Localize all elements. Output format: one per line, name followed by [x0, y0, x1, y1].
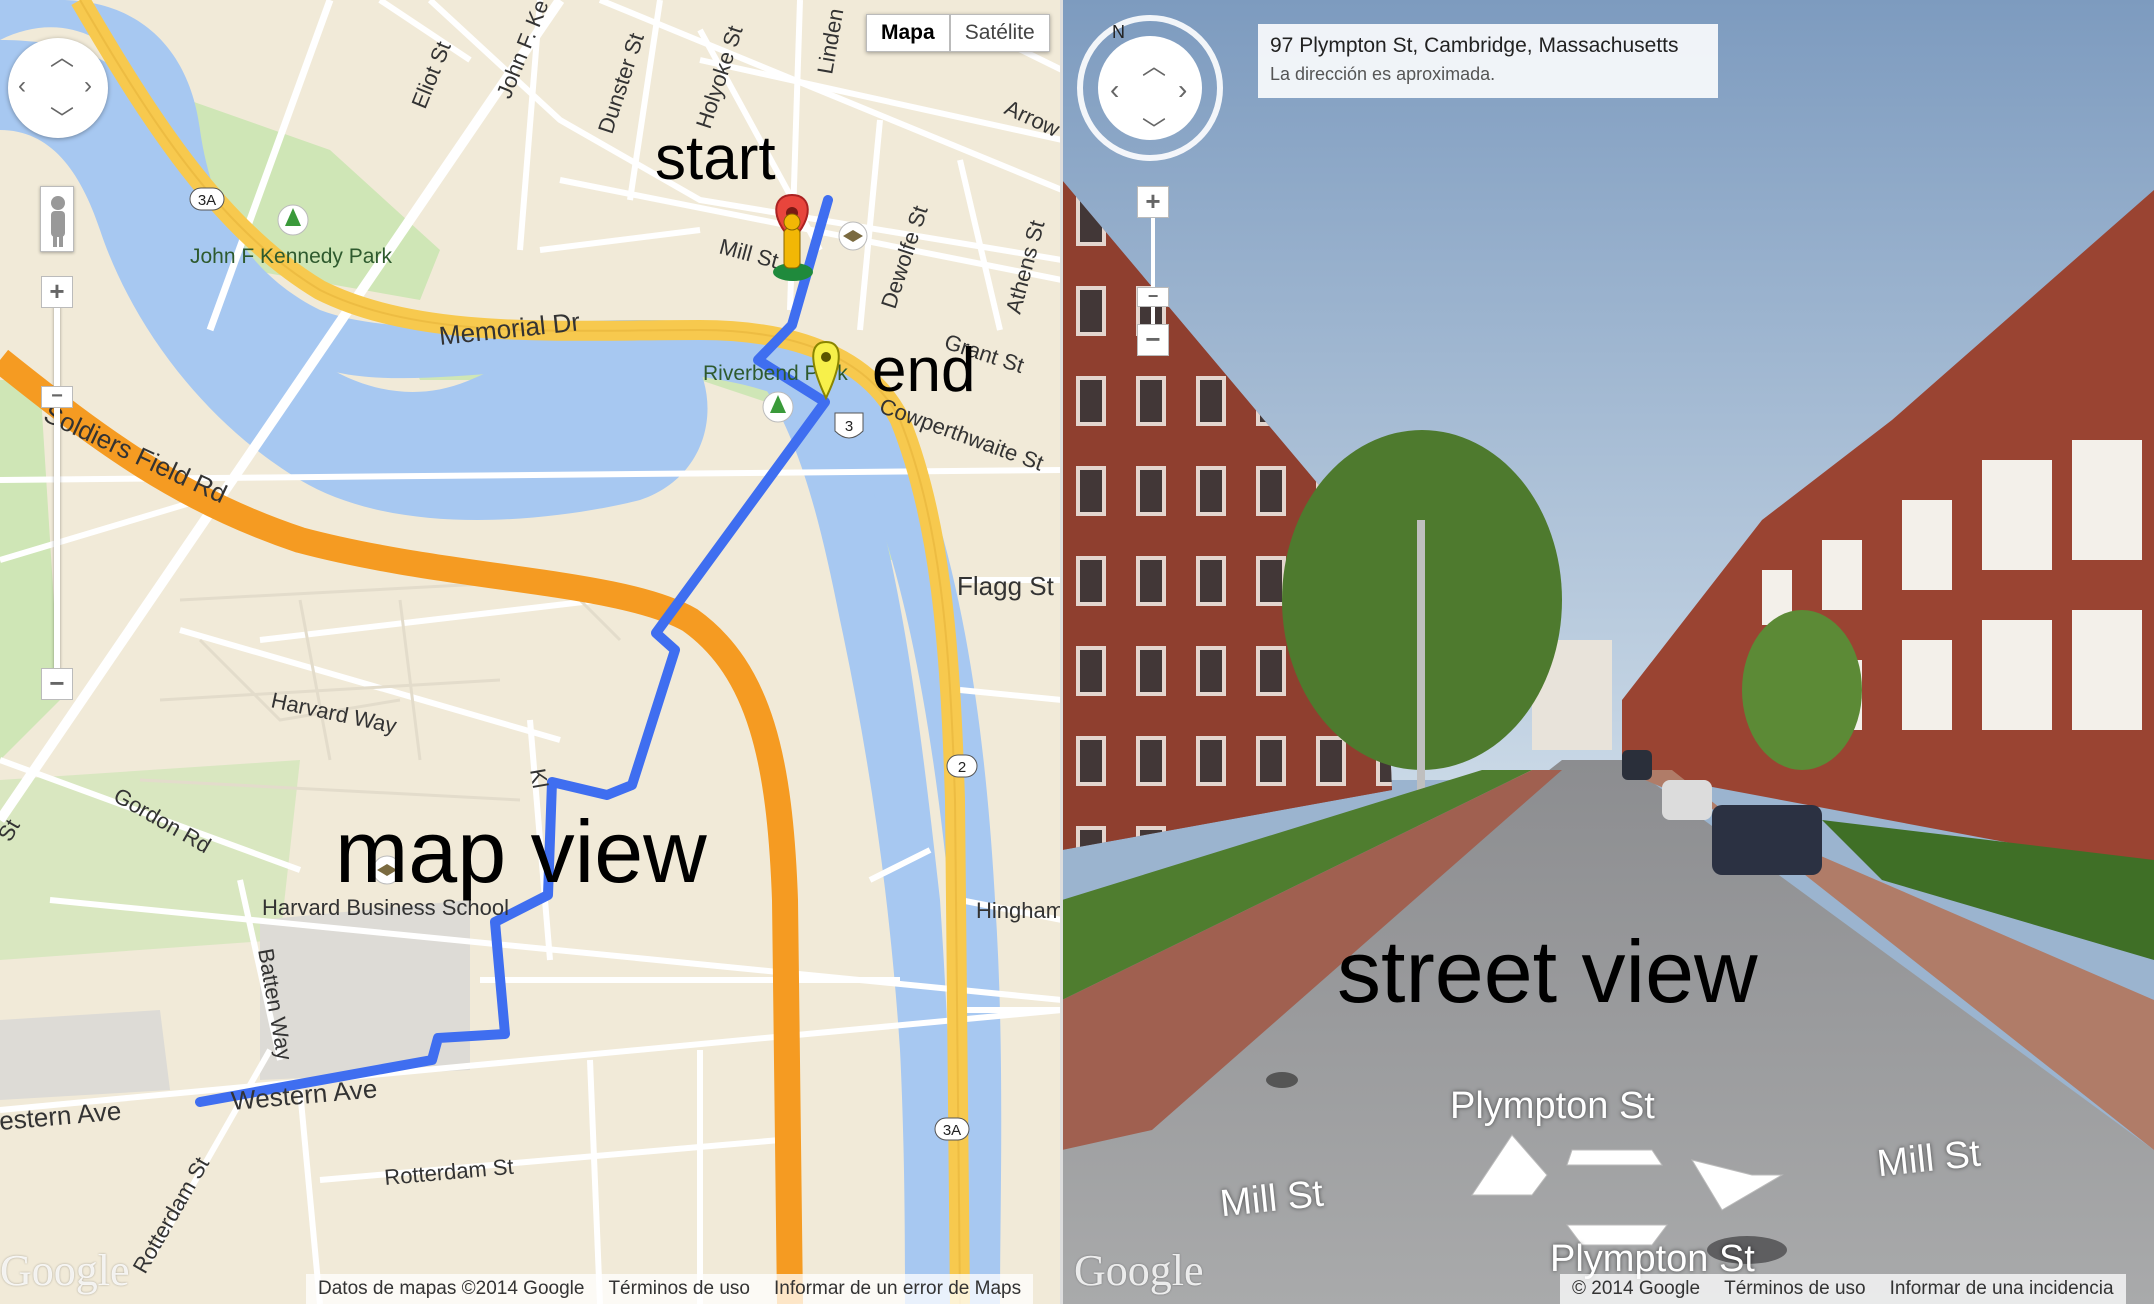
park-left: [0, 380, 60, 760]
sv-compass-n: N: [1112, 22, 1125, 42]
route-shield-3a-top: 3A: [189, 187, 225, 211]
sv-arrow-up-icon[interactable]: [1566, 1149, 1663, 1166]
svg-text:3: 3: [845, 418, 853, 435]
tree-right: [1742, 610, 1862, 770]
map-zoom-in-button[interactable]: +: [41, 276, 73, 308]
label-western-ave-left: estern Ave: [0, 1095, 122, 1136]
sv-address-line: 97 Plympton St, Cambridge, Massachusetts: [1270, 34, 1679, 57]
sv-footer: © 2014 Google Términos de uso Informar d…: [1560, 1274, 2126, 1304]
label-mill-st: Mill St: [717, 234, 781, 274]
manhole: [1266, 1072, 1298, 1088]
sv-pan-up-icon[interactable]: ︿: [1142, 46, 1166, 81]
parked-car: [1662, 780, 1712, 820]
map-footer: Datos de mapas ©2014 Google Términos de …: [306, 1274, 1034, 1304]
sv-address-note: La dirección es aproximada.: [1270, 64, 1496, 84]
label-linden: Linden: [812, 6, 848, 75]
parked-car: [1622, 750, 1652, 780]
svg-text:3A: 3A: [198, 192, 216, 209]
svg-text:3A: 3A: [943, 1122, 961, 1139]
park-harvard: [0, 760, 300, 960]
sv-pan-down-icon[interactable]: ﹀: [1142, 110, 1166, 145]
sv-zoom-out-button[interactable]: −: [1137, 324, 1169, 356]
sv-label-plympton-top: Plympton St: [1450, 1085, 1655, 1127]
pan-up-icon[interactable]: ︿: [50, 46, 74, 70]
pan-right-icon[interactable]: ›: [84, 74, 92, 98]
panel-divider: [1060, 0, 1063, 1304]
route-shield-3: 3: [834, 412, 864, 439]
annotation-start: start: [655, 124, 776, 193]
label-harvard-way: Harvard Way: [269, 687, 399, 738]
annotation-map-view: map view: [335, 802, 707, 901]
parked-car: [1712, 805, 1822, 875]
label-arrow-st: Arrow St: [1001, 95, 1062, 153]
pan-left-icon[interactable]: ‹: [18, 74, 26, 98]
annotation-end: end: [872, 336, 976, 405]
label-dewolfe-st: Dewolfe St: [876, 203, 933, 312]
map-type-control[interactable]: Mapa Satélite: [866, 14, 1050, 52]
parking-area-2: [0, 1010, 170, 1100]
label-rotterdam-st-diag: Rotterdam St: [128, 1153, 214, 1278]
sv-terms-link[interactable]: Términos de uso: [1712, 1278, 1878, 1300]
map-panel[interactable]: Eliot St John F. Ke Dunster St Holyoke S…: [0, 0, 1062, 1304]
label-flagg-st: Flagg St: [957, 571, 1055, 601]
label-hingham: Hingham: [976, 898, 1062, 923]
sv-zoom-handle[interactable]: −: [1137, 287, 1169, 307]
map-type-button-satellite[interactable]: Satélite: [949, 14, 1050, 52]
label-jfk-park: John F Kennedy Park: [190, 245, 392, 268]
label-rotterdam-st: Rotterdam St: [383, 1154, 514, 1190]
google-logo-street-view: Google: [1074, 1246, 1204, 1295]
map-type-button-map[interactable]: Mapa: [866, 14, 950, 52]
google-logo-map: Google: [0, 1246, 130, 1295]
sv-address-card: 97 Plympton St, Cambridge, Massachusetts…: [1258, 24, 1718, 98]
park-tree-icon: [277, 204, 309, 236]
map-report-error-link[interactable]: Informar de un error de Maps: [762, 1278, 1033, 1300]
sv-report-link[interactable]: Informar de una incidencia: [1878, 1278, 2126, 1300]
sv-pan-left-icon[interactable]: ‹: [1110, 74, 1119, 106]
sv-zoom-in-button[interactable]: +: [1137, 186, 1169, 218]
label-soldiers-field-rd: Soldiers Field Rd: [39, 398, 231, 509]
park-tree-icon: [762, 391, 794, 423]
sv-pan-right-icon[interactable]: ›: [1178, 74, 1187, 106]
svg-text:2: 2: [958, 759, 966, 776]
start-marker[interactable]: [773, 193, 813, 281]
school-icon: [838, 221, 868, 251]
label-eliot-st: Eliot St: [406, 38, 455, 112]
map-zoom-handle[interactable]: −: [41, 386, 73, 408]
map-zoom-out-button[interactable]: −: [41, 668, 73, 700]
map-data-attribution: Datos de mapas ©2014 Google: [318, 1278, 585, 1299]
route-shield-2: 2: [946, 754, 978, 778]
pan-down-icon[interactable]: ﹀: [50, 108, 74, 132]
map-pan-control[interactable]: ︿ ﹀ ‹ ›: [8, 38, 108, 138]
annotation-street-view: street view: [1337, 922, 1758, 1021]
map-terms-link[interactable]: Términos de uso: [596, 1278, 762, 1300]
street-view-panel[interactable]: N ︿ ﹀ ‹ › + − − 97 Plympton St, Cambridg…: [1062, 0, 2154, 1304]
pegman-icon[interactable]: [40, 186, 74, 252]
sv-copyright: © 2014 Google: [1572, 1278, 1701, 1299]
route-shield-3a-bottom: 3A: [934, 1117, 970, 1141]
map-zoom-track[interactable]: [54, 292, 60, 686]
map-canvas[interactable]: Eliot St John F. Ke Dunster St Holyoke S…: [0, 0, 1062, 1304]
